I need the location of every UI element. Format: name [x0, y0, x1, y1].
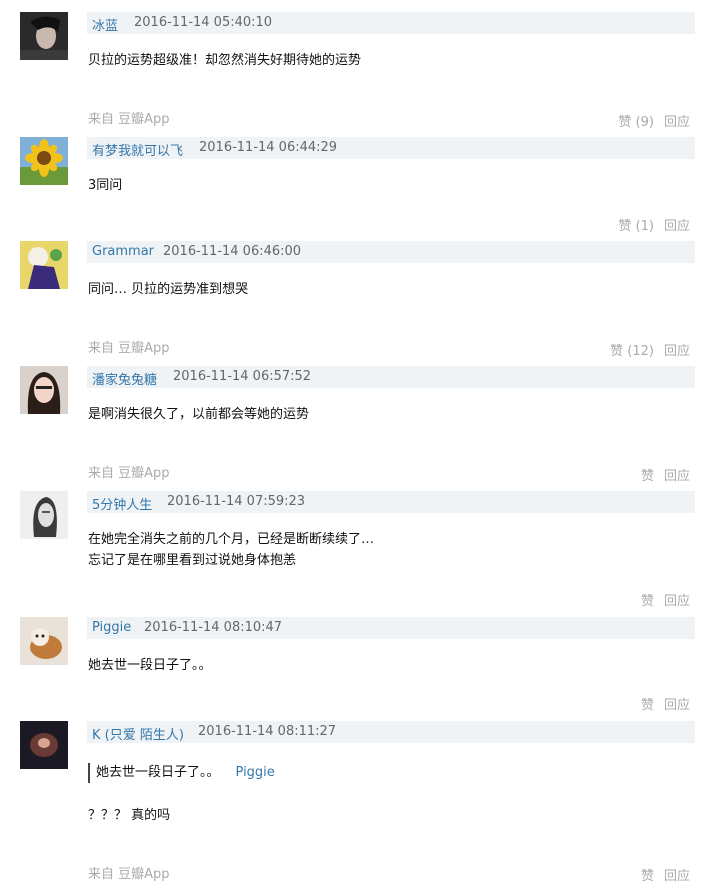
author-link[interactable]: K (只爱 陌生人) — [92, 724, 184, 743]
like-button[interactable]: 赞 — [641, 469, 654, 484]
woman-dark-hair-avatar-icon — [20, 12, 68, 60]
comment-time: 2016-11-14 06:46:00 — [163, 244, 302, 259]
comment-text: 同问… 贝拉的运势准到想哭 — [88, 279, 248, 300]
comment-source: 来自 豆瓣App — [88, 341, 170, 356]
comment-line: 她去世一段日子了。。 — [88, 658, 212, 673]
author-link[interactable]: Piggie — [92, 620, 131, 635]
comment-time: 2016-11-14 06:57:52 — [173, 369, 312, 384]
author-link[interactable]: 冰蓝 — [92, 15, 118, 34]
author-link[interactable]: Grammar — [92, 244, 154, 259]
like-button[interactable]: 赞 — [641, 594, 654, 609]
comment-header: Grammar 2016-11-14 06:46:00 — [87, 241, 695, 263]
reply-button[interactable]: 回应 — [664, 115, 690, 130]
user-avatar[interactable] — [20, 241, 68, 289]
reply-button[interactable]: 回应 — [664, 698, 690, 713]
dark-avatar-icon — [20, 721, 68, 769]
cartoon-avatar-icon — [20, 241, 68, 289]
quoted-text: 她去世一段日子了。。 — [96, 765, 220, 780]
like-button[interactable]: 赞 (9) — [618, 115, 654, 130]
comment-actions: 赞 (9) 回应 — [618, 111, 690, 130]
bw-portrait-avatar-icon — [20, 491, 68, 539]
reply-button[interactable]: 回应 — [664, 869, 690, 884]
like-button[interactable]: 赞 — [641, 698, 654, 713]
like-button[interactable]: 赞 (1) — [618, 219, 654, 234]
comment-header: Piggie 2016-11-14 08:10:47 — [87, 617, 695, 639]
sunflower-avatar-icon — [20, 137, 68, 185]
comment-source: 来自 豆瓣App — [88, 466, 170, 481]
quoted-reply: 她去世一段日子了。。 Piggie — [88, 763, 275, 783]
comment-line: ？？？ 真的吗 — [88, 808, 171, 823]
comment-actions: 赞回应 — [641, 590, 690, 609]
comment-time: 2016-11-14 08:11:27 — [198, 724, 337, 739]
reply-button[interactable]: 回应 — [664, 594, 690, 609]
girl-selfie-avatar-icon — [20, 366, 68, 414]
comment-text: 贝拉的运势超级准！却忽然消失好期待她的运势 — [88, 50, 361, 71]
comment-actions: 赞 (12) 回应 — [610, 340, 690, 359]
reply-button[interactable]: 回应 — [664, 344, 690, 359]
comment-header: K (只爱 陌生人) 2016-11-14 08:11:27 — [87, 721, 695, 743]
comment-time: 2016-11-14 06:44:29 — [199, 140, 338, 155]
reply-button[interactable]: 回应 — [664, 469, 690, 484]
user-avatar[interactable] — [20, 491, 68, 539]
comment-text: 是啊消失很久了，以前都会等她的运势 — [88, 404, 309, 425]
quoted-author-link[interactable]: Piggie — [236, 765, 275, 780]
comment-line: 在她完全消失之前的几个月，已经是断断续续了… — [88, 532, 375, 547]
comment-source: 来自 豆瓣App — [88, 112, 170, 127]
like-button[interactable]: 赞 — [641, 869, 654, 884]
comment-text: ？？？ 真的吗 — [88, 805, 170, 826]
user-avatar[interactable] — [20, 721, 68, 769]
like-button[interactable]: 赞 (12) — [610, 344, 654, 359]
comment-actions: 赞 (1) 回应 — [618, 215, 690, 234]
author-link[interactable]: 有梦我就可以飞 — [92, 140, 183, 159]
comment-source: 来自 豆瓣App — [88, 867, 170, 882]
user-avatar[interactable] — [20, 12, 68, 60]
user-avatar[interactable] — [20, 137, 68, 185]
comment-text: 3同问 — [88, 175, 122, 196]
comment-time: 2016-11-14 05:40:10 — [134, 15, 273, 30]
comment-header: 有梦我就可以飞 2016-11-14 06:44:29 — [87, 137, 695, 159]
comment-list: 冰蓝 2016-11-14 05:40:10 贝拉的运势超级准！却忽然消失好期待… — [0, 0, 712, 891]
comment-actions: 赞回应 — [641, 694, 690, 713]
comment-actions: 赞回应 — [641, 865, 690, 884]
comment-line: 贝拉的运势超级准！却忽然消失好期待她的运势 — [88, 53, 362, 68]
user-avatar[interactable] — [20, 617, 68, 665]
dog-avatar-icon — [20, 617, 68, 665]
comment-header: 潘家兔兔糖 2016-11-14 06:57:52 — [87, 366, 695, 388]
comment-line: 3同问 — [88, 178, 123, 193]
author-link[interactable]: 5分钟人生 — [92, 494, 152, 513]
comment-line: 忘记了是在哪里看到过说她身体抱恙 — [88, 553, 297, 568]
user-avatar[interactable] — [20, 366, 68, 414]
comment-header: 5分钟人生 2016-11-14 07:59:23 — [87, 491, 695, 513]
comment-text: 在她完全消失之前的几个月，已经是断断续续了… 忘记了是在哪里看到过说她身体抱恙 — [88, 529, 374, 571]
comment-line: 是啊消失很久了，以前都会等她的运势 — [88, 407, 310, 422]
comment-time: 2016-11-14 08:10:47 — [144, 620, 283, 635]
comment-text: 她去世一段日子了。。 — [88, 655, 212, 676]
reply-button[interactable]: 回应 — [664, 219, 690, 234]
comment-header: 冰蓝 2016-11-14 05:40:10 — [87, 12, 695, 34]
comment-line: 同问… 贝拉的运势准到想哭 — [88, 282, 249, 297]
comment-time: 2016-11-14 07:59:23 — [167, 494, 306, 509]
comment-actions: 赞回应 — [641, 465, 690, 484]
author-link[interactable]: 潘家兔兔糖 — [92, 369, 157, 388]
